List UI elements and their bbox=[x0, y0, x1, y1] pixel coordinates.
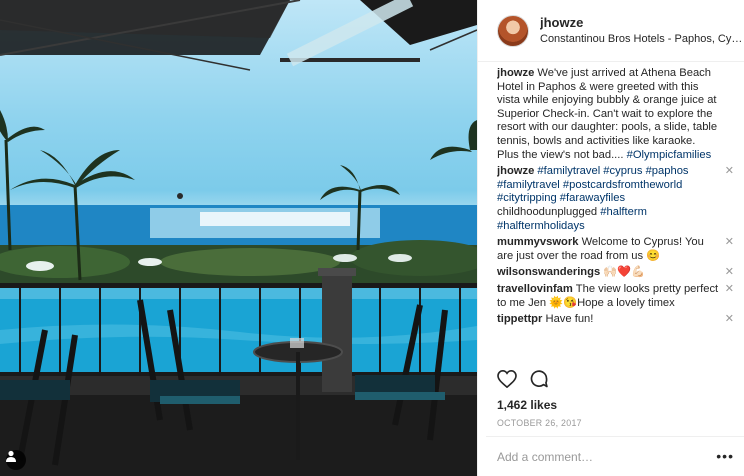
post-username[interactable]: jhowze bbox=[540, 15, 744, 31]
post-actions bbox=[497, 369, 549, 394]
comment-bubble-icon[interactable] bbox=[529, 369, 549, 394]
list-item: mummyvswork Welcome to Cyprus! You are j… bbox=[497, 236, 734, 263]
post-date: October 26, 2017 bbox=[497, 418, 582, 428]
heart-icon[interactable] bbox=[497, 369, 517, 393]
caption-text: We've just arrived at Athena Beach Hotel… bbox=[497, 67, 718, 161]
close-icon[interactable]: ✕ bbox=[725, 165, 734, 178]
likes-count[interactable]: 1,462 likes bbox=[497, 398, 557, 412]
post-header: jhowze Constantinou Bros Hotels - Paphos… bbox=[478, 0, 744, 62]
comment-input[interactable] bbox=[497, 449, 707, 464]
comment-author[interactable]: jhowze bbox=[497, 165, 534, 177]
close-icon[interactable]: ✕ bbox=[725, 266, 734, 279]
comment-author[interactable]: mummyvswork bbox=[497, 236, 578, 248]
resort-view-image bbox=[0, 0, 477, 476]
close-icon[interactable]: ✕ bbox=[725, 236, 734, 249]
caption: jhowze We've just arrived at Athena Beac… bbox=[497, 67, 734, 162]
user-tag-icon[interactable] bbox=[6, 450, 26, 470]
list-item: jhowze #familytravel #cyprus #paphos #fa… bbox=[497, 165, 734, 233]
more-options-icon[interactable]: ••• bbox=[716, 448, 734, 464]
post-location[interactable]: Constantinou Bros Hotels - Paphos, Cy… bbox=[540, 31, 744, 47]
caption-author[interactable]: jhowze bbox=[497, 67, 534, 79]
caption-hashtag[interactable]: #Olympicfamilies bbox=[627, 149, 712, 161]
comment-author[interactable]: travellovinfam bbox=[497, 283, 573, 295]
comment-author[interactable]: wilsonswanderings bbox=[497, 266, 600, 278]
comment-text: Have fun! bbox=[545, 313, 594, 326]
comment-text: 🙌🏻❤️💪🏻 bbox=[603, 266, 646, 279]
close-icon[interactable]: ✕ bbox=[725, 313, 734, 326]
list-item: travellovinfam The view looks pretty per… bbox=[497, 283, 734, 310]
post-header-text: jhowze Constantinou Bros Hotels - Paphos… bbox=[540, 15, 744, 47]
avatar[interactable] bbox=[497, 14, 529, 47]
comment-author[interactable]: tippettpr bbox=[497, 313, 542, 325]
post-photo[interactable] bbox=[0, 0, 477, 476]
list-item: wilsonswanderings 🙌🏻❤️💪🏻 ✕ bbox=[497, 266, 734, 280]
close-icon[interactable]: ✕ bbox=[725, 283, 734, 296]
comment-form: ••• bbox=[486, 436, 744, 476]
post-details-panel: jhowze Constantinou Bros Hotels - Paphos… bbox=[477, 0, 744, 476]
list-item: tippettpr Have fun! ✕ bbox=[497, 313, 734, 327]
comment-text: childhoodunplugged bbox=[497, 205, 598, 218]
comments-list: jhowze We've just arrived at Athena Beac… bbox=[497, 67, 734, 363]
